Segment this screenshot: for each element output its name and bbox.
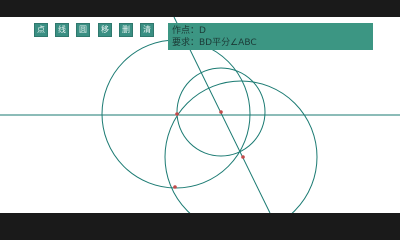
bottom-letterbox xyxy=(0,213,400,240)
instruction-panel: 作点：D 要求：BD平分∠ABC xyxy=(168,23,373,50)
top-letterbox xyxy=(0,0,400,17)
tool-clear-button[interactable]: 清 xyxy=(140,23,154,37)
point-b[interactable] xyxy=(175,112,179,116)
point-d[interactable] xyxy=(241,155,245,159)
point-c[interactable] xyxy=(219,110,223,114)
tool-move-button[interactable]: 移 xyxy=(98,23,112,37)
point-a[interactable] xyxy=(173,185,177,189)
tool-point-button[interactable]: 点 xyxy=(34,23,48,37)
tool-delete-button[interactable]: 删 xyxy=(119,23,133,37)
circle-large-right[interactable] xyxy=(164,80,318,213)
instruction-step: 作点：D xyxy=(172,26,206,36)
instruction-requirement: 要求：BD平分∠ABC xyxy=(172,38,257,48)
tool-line-button[interactable]: 线 xyxy=(55,23,69,37)
tool-circle-button[interactable]: 圆 xyxy=(76,23,90,37)
